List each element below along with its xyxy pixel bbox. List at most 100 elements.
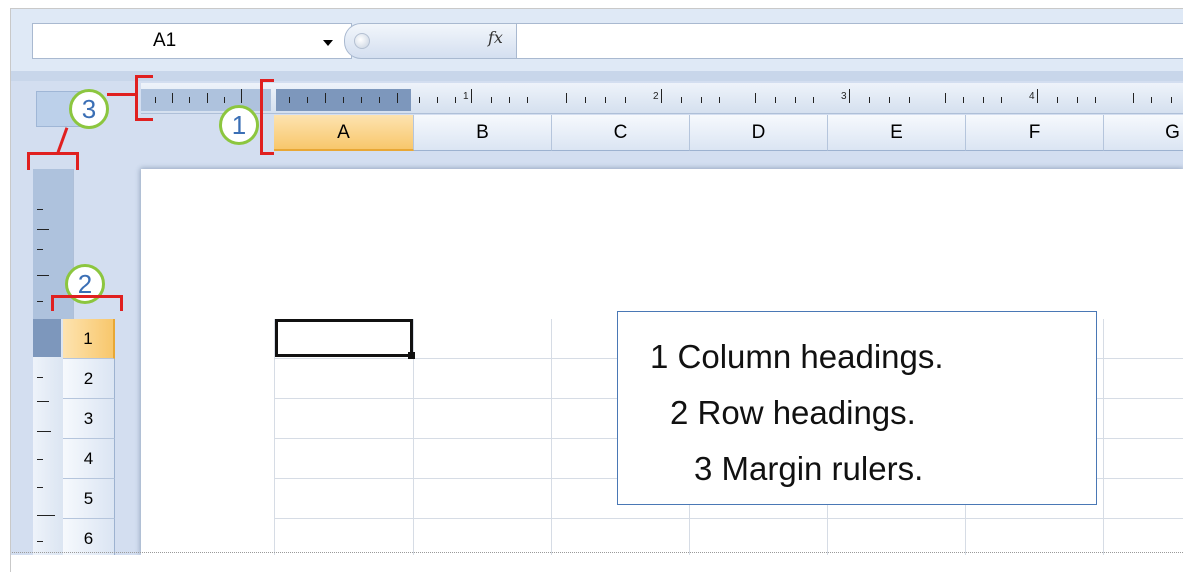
ruler-tick (719, 97, 720, 103)
ruler-tick (37, 401, 49, 402)
grid-cell[interactable] (414, 319, 552, 359)
grid-cell[interactable] (828, 519, 966, 555)
column-header-e[interactable]: E (828, 115, 966, 151)
ruler-number: 4 (1029, 91, 1035, 102)
callout-bracket-3-left (27, 152, 79, 170)
ruler-tick (343, 97, 344, 103)
row-header-5[interactable]: 5 (63, 479, 115, 519)
ruler-tick (813, 97, 814, 103)
active-cell-a1[interactable] (275, 319, 413, 357)
ruler-tick (361, 97, 362, 103)
row-header-6[interactable]: 6 (63, 519, 115, 555)
ruler-tick (945, 93, 946, 103)
column-header-c[interactable]: C (552, 115, 690, 151)
ruler-tick (37, 431, 51, 432)
ruler-tick (625, 97, 626, 103)
callout-bracket-3-top (135, 75, 153, 121)
ruler-tick (775, 97, 776, 103)
grid-cell[interactable] (1104, 519, 1183, 555)
column-header-a[interactable]: A (274, 115, 414, 151)
grid-cell[interactable] (966, 519, 1104, 555)
column-headings: A B C D E F G (274, 115, 1183, 151)
ruler-tick (889, 97, 890, 103)
ruler-tick (566, 93, 567, 103)
grid-cell[interactable] (274, 479, 414, 519)
row-header-2[interactable]: 2 (63, 359, 115, 399)
ruler-tick (455, 97, 456, 103)
grid-cell[interactable] (414, 359, 552, 399)
ruler-tick (207, 93, 208, 103)
ruler-tick (37, 249, 43, 250)
ruler-selection (33, 319, 61, 357)
grid-cell[interactable] (274, 399, 414, 439)
grid-cell[interactable] (1104, 439, 1183, 479)
callout-badge-3: 3 (69, 89, 109, 129)
grid-cell[interactable] (274, 439, 414, 479)
ruler-tick (527, 97, 528, 103)
page-break-line (10, 552, 1183, 553)
ruler-number: 1 (463, 91, 469, 102)
ruler-tick (1095, 97, 1096, 103)
ruler-tick (701, 97, 702, 103)
column-header-g[interactable]: G (1104, 115, 1183, 151)
ruler-tick (37, 459, 43, 460)
row-header-3[interactable]: 3 (63, 399, 115, 439)
column-header-f[interactable]: F (966, 115, 1104, 151)
ruler-tick (983, 97, 984, 103)
row-header-1[interactable]: 1 (63, 319, 115, 359)
resize-handle-icon[interactable] (354, 33, 370, 49)
grid-cell[interactable] (414, 439, 552, 479)
ruler-tick (681, 97, 682, 103)
ruler-tick (241, 89, 242, 103)
ruler-tick (491, 97, 492, 103)
formula-bar-separator[interactable]: fx (344, 23, 517, 59)
ruler-tick (1171, 97, 1172, 103)
row-header-4[interactable]: 4 (63, 439, 115, 479)
ruler-tick (605, 97, 606, 103)
ruler-number: 2 (653, 91, 659, 102)
top-ruler-area: 1 2 3 4 A B C D E F G (11, 81, 1183, 177)
legend-line-1: 1 Column headings. (650, 338, 944, 375)
ruler-tick (155, 97, 156, 103)
ruler-tick (325, 93, 326, 103)
callout-bracket-1 (260, 79, 274, 155)
formula-input[interactable] (516, 23, 1183, 59)
ruler-tick (37, 377, 43, 378)
name-box[interactable]: A1 (32, 23, 352, 59)
ruler-tick (307, 97, 308, 103)
ruler-tick (963, 97, 964, 103)
insert-function-icon[interactable]: fx (488, 28, 503, 47)
ruler-tick (1151, 97, 1152, 103)
horizontal-margin-ruler[interactable]: 1 2 3 4 (141, 83, 1183, 114)
ruler-tick (849, 89, 850, 103)
grid-cell[interactable] (274, 519, 414, 555)
fill-handle[interactable] (408, 352, 415, 359)
chevron-down-icon[interactable] (323, 40, 333, 46)
grid-cell[interactable] (690, 519, 828, 555)
ruler-tick (1037, 89, 1038, 103)
left-ruler-area: 1 2 3 4 5 6 (11, 169, 141, 555)
ruler-tick (37, 209, 43, 210)
ribbon-separator (11, 71, 1183, 81)
ruler-tick (37, 275, 49, 276)
ruler-margin-left (141, 89, 271, 111)
callout-bracket-2 (51, 295, 123, 311)
ruler-tick (755, 93, 756, 103)
grid-cell[interactable] (414, 519, 552, 555)
column-header-b[interactable]: B (414, 115, 552, 151)
legend-line-2: 2 Row headings. (670, 394, 916, 431)
legend-box: 1 Column headings. 2 Row headings. 3 Mar… (617, 311, 1097, 505)
ruler-tick (437, 97, 438, 103)
ruler-tick (869, 97, 870, 103)
ruler-tick (585, 97, 586, 103)
grid-cell[interactable] (414, 479, 552, 519)
column-header-d[interactable]: D (690, 115, 828, 151)
grid-cell[interactable] (1104, 399, 1183, 439)
grid-cell[interactable] (1104, 319, 1183, 359)
ruler-tick (397, 93, 398, 103)
grid-cell[interactable] (274, 359, 414, 399)
grid-cell[interactable] (414, 399, 552, 439)
grid-cell[interactable] (1104, 479, 1183, 519)
grid-cell[interactable] (1104, 359, 1183, 399)
grid-cell[interactable] (552, 519, 690, 555)
